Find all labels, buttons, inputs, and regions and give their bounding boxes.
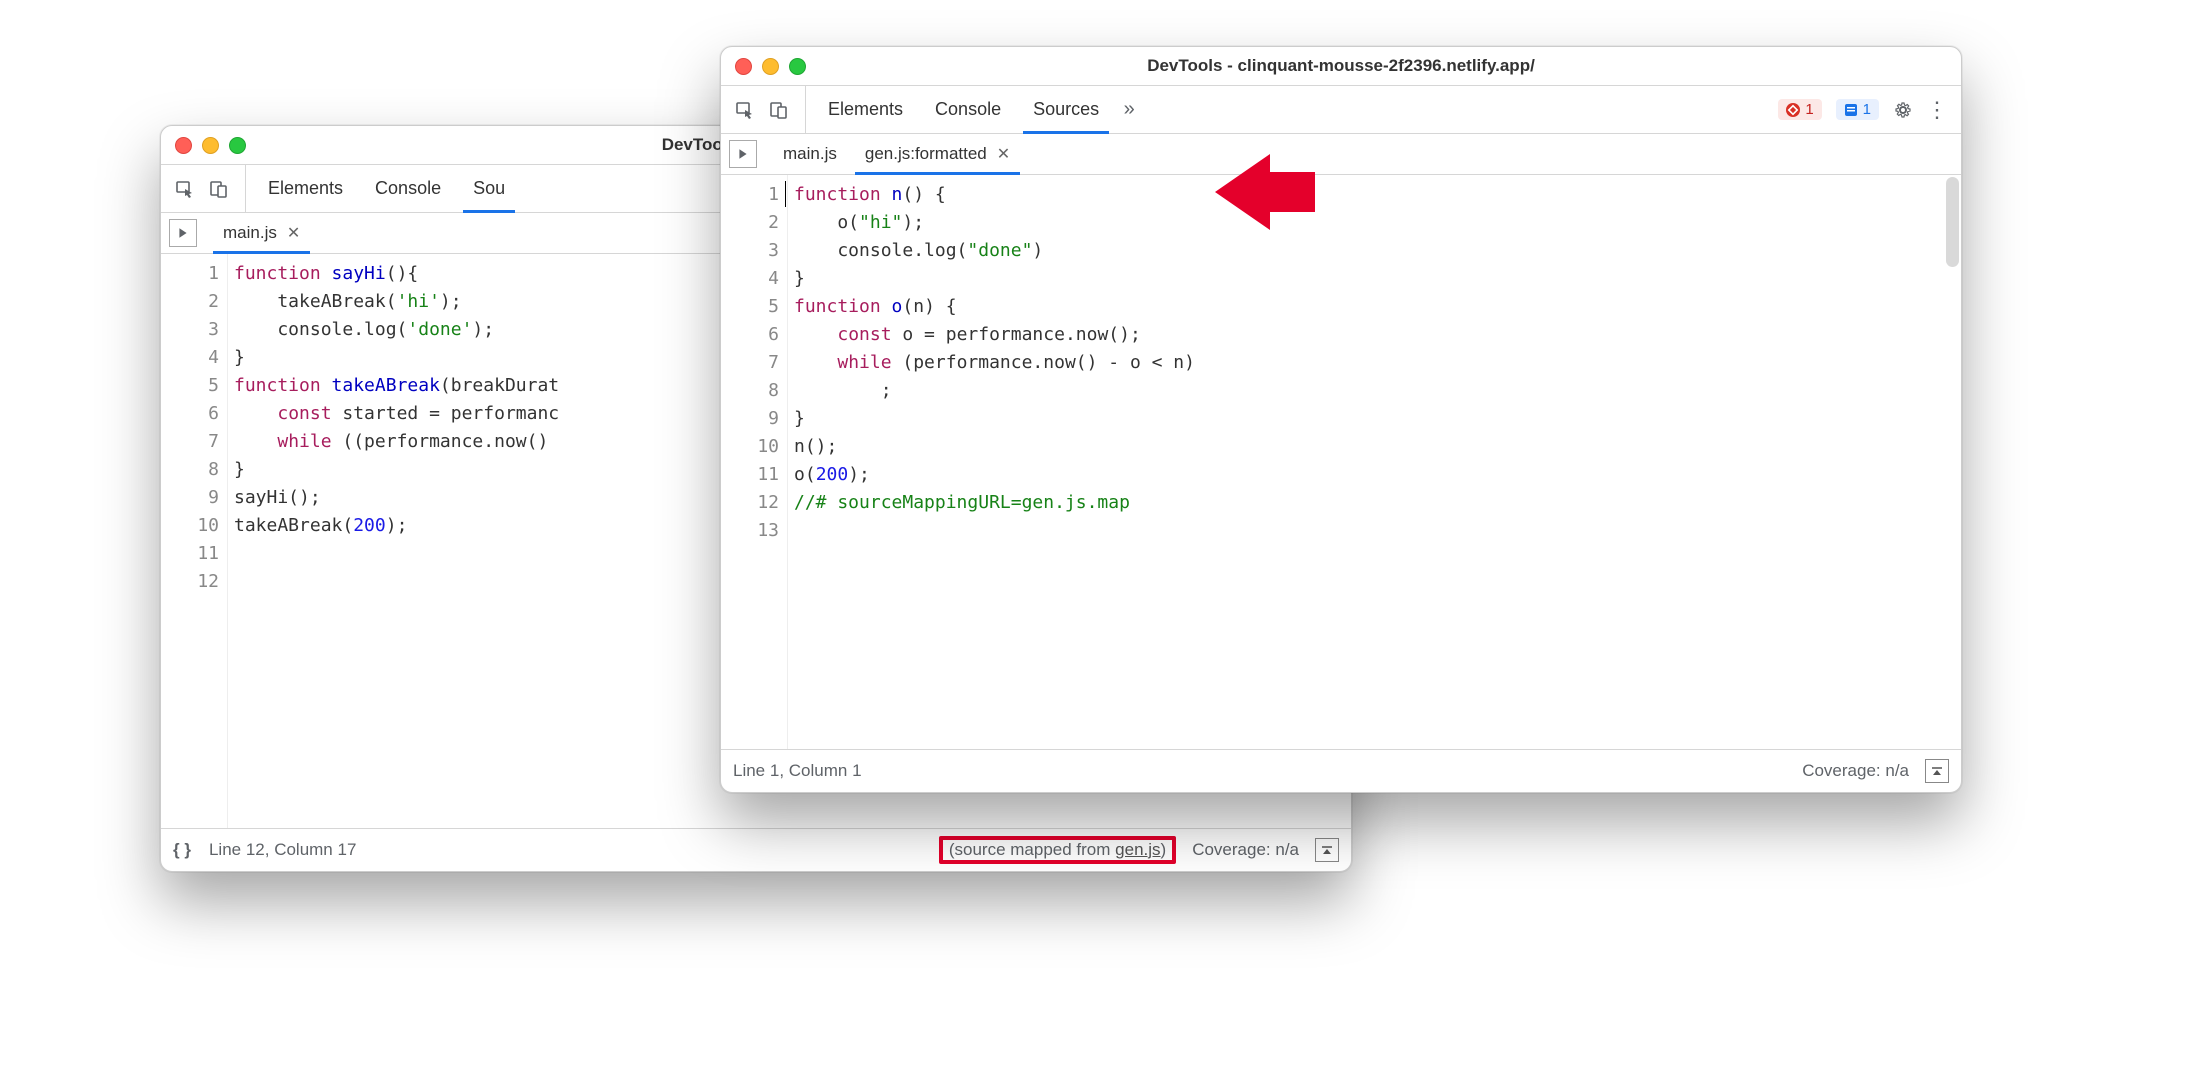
statusbar: { } Line 12, Column 17 (source mapped fr… <box>161 828 1351 871</box>
code-editor[interactable]: 12345678910111213 function n() { o("hi")… <box>721 175 1961 749</box>
filetab-label: main.js <box>783 144 837 164</box>
main-toolbar: Elements Console Sources » 1 1 ⋮ <box>721 85 1961 134</box>
callout-arrow-icon <box>1210 152 1320 237</box>
close-icon[interactable] <box>735 58 752 75</box>
expand-panel-icon[interactable] <box>1315 838 1339 862</box>
filetab-main-js[interactable]: main.js ✕ <box>209 213 314 253</box>
inspect-icon[interactable] <box>171 175 199 203</box>
filetab-main-js[interactable]: main.js <box>769 134 851 174</box>
maximize-icon[interactable] <box>789 58 806 75</box>
more-panels-icon[interactable]: » <box>1115 96 1143 124</box>
coverage-status: Coverage: n/a <box>1802 761 1909 781</box>
filetab-label: gen.js:formatted <box>865 144 987 164</box>
titlebar[interactable]: DevTools - clinquant-mousse-2f2396.netli… <box>721 47 1961 85</box>
expand-panel-icon[interactable] <box>1925 759 1949 783</box>
coverage-status: Coverage: n/a <box>1192 840 1299 860</box>
scrollbar[interactable] <box>1946 177 1959 267</box>
close-icon[interactable]: ✕ <box>997 144 1010 164</box>
close-icon[interactable] <box>175 137 192 154</box>
line-gutter: 12345678910111213 <box>721 175 788 749</box>
source-mapped-callout: (source mapped from gen.js) <box>939 836 1176 864</box>
window-title: DevTools - clinquant-mousse-2f2396.netli… <box>721 56 1961 76</box>
traffic-lights <box>735 58 806 75</box>
tab-elements[interactable]: Elements <box>812 86 919 133</box>
cursor-position: Line 1, Column 1 <box>733 761 862 781</box>
tab-console[interactable]: Console <box>919 86 1017 133</box>
line-gutter: 123456789101112 <box>161 254 228 828</box>
more-icon[interactable]: ⋮ <box>1923 96 1951 124</box>
navigator-toggle-icon[interactable] <box>729 140 757 168</box>
maximize-icon[interactable] <box>229 137 246 154</box>
device-icon[interactable] <box>205 175 233 203</box>
tab-sources[interactable]: Sources <box>1017 86 1115 133</box>
traffic-lights <box>175 137 246 154</box>
minimize-icon[interactable] <box>762 58 779 75</box>
tab-sources[interactable]: Sou <box>457 165 521 212</box>
statusbar: Line 1, Column 1 Coverage: n/a <box>721 749 1961 792</box>
filetab-gen-js-formatted[interactable]: gen.js:formatted ✕ <box>851 134 1024 174</box>
source-map-link[interactable]: gen.js <box>1115 840 1160 859</box>
code-content[interactable]: function n() { o("hi"); console.log("don… <box>788 175 1961 749</box>
close-icon[interactable]: ✕ <box>287 223 300 243</box>
inspect-icon[interactable] <box>731 96 759 124</box>
file-tabstrip: main.js gen.js:formatted ✕ <box>721 134 1961 175</box>
tab-elements[interactable]: Elements <box>252 165 359 212</box>
device-icon[interactable] <box>765 96 793 124</box>
minimize-icon[interactable] <box>202 137 219 154</box>
gear-icon[interactable] <box>1889 96 1917 124</box>
tab-console[interactable]: Console <box>359 165 457 212</box>
pretty-print-icon[interactable]: { } <box>173 840 191 860</box>
issues-badge[interactable]: 1 <box>1836 99 1879 120</box>
text-cursor <box>785 181 786 207</box>
devtools-window-front: DevTools - clinquant-mousse-2f2396.netli… <box>720 46 1962 793</box>
navigator-toggle-icon[interactable] <box>169 219 197 247</box>
filetab-label: main.js <box>223 223 277 243</box>
error-badge[interactable]: 1 <box>1778 99 1821 120</box>
cursor-position: Line 12, Column 17 <box>209 840 356 860</box>
